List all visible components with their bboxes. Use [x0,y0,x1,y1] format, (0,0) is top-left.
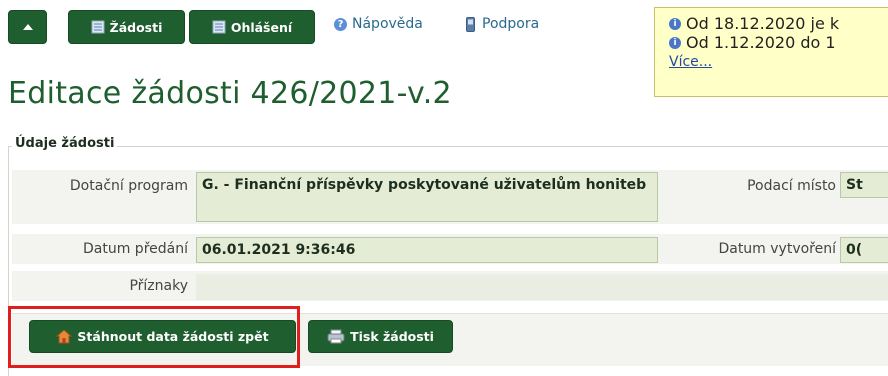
phone-icon [466,16,475,32]
zadosti-button[interactable]: Žádosti [68,10,185,44]
help-label: Nápověda [352,16,423,32]
ohlaseni-label: Ohlášení [230,19,293,35]
support-link[interactable]: Podpora [466,16,539,32]
podaci-label: Podací místo [747,178,836,194]
section-legend: Údaje žádosti [12,136,118,151]
notice-line: i Od 1.12.2020 do 1 [669,33,888,52]
document-icon [212,20,226,34]
info-icon: i [669,17,681,30]
vytvoreni-value: 0( [840,237,888,263]
notice-more-link[interactable]: Více... [669,54,888,70]
predani-value: 06.01.2021 9:36:46 [196,237,658,263]
ohlaseni-button[interactable]: Ohlášení [189,10,315,44]
vytvoreni-label: Datum vytvoření [718,241,836,257]
program-value: G. - Finanční příspěvky poskytované uživ… [196,172,658,222]
priznaky-value [196,274,888,300]
print-label: Tisk žádosti [350,329,434,344]
program-label: Dotační program [69,178,188,194]
highlight-box [8,306,300,368]
help-icon: ? [334,17,347,31]
printer-icon [327,329,345,344]
podaci-value: St [840,172,888,198]
info-icon: i [669,36,681,49]
document-icon [91,20,105,34]
support-label: Podpora [482,16,540,32]
priznaky-label: Příznaky [129,278,188,294]
predani-label: Datum předání [83,241,188,257]
zadosti-label: Žádosti [109,19,163,35]
notice-box: i Od 18.12.2020 je k i Od 1.12.2020 do 1… [654,7,888,97]
print-button[interactable]: Tisk žádosti [308,320,453,353]
scroll-up-button[interactable] [8,10,47,44]
notice-text-2: Od 1.12.2020 do 1 [686,33,836,52]
notice-line: i Od 18.12.2020 je k [669,14,888,33]
notice-text-1: Od 18.12.2020 je k [686,14,840,33]
help-link[interactable]: ? Nápověda [334,16,423,32]
page-title: Editace žádosti 426/2021-v.2 [8,76,452,111]
caret-up-icon [22,24,33,30]
